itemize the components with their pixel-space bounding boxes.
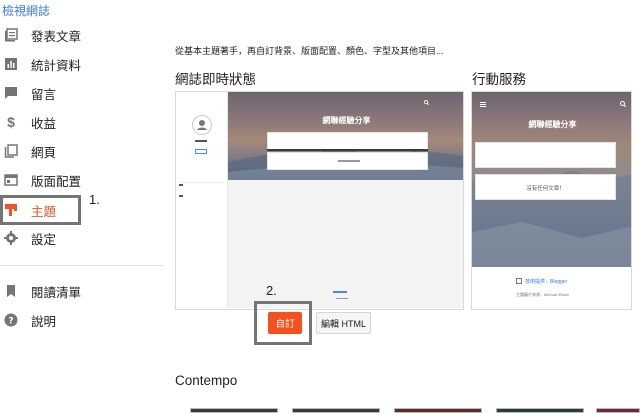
- theme-name-title: Contempo: [175, 373, 238, 388]
- bookmark-icon: [4, 284, 18, 298]
- edit-html-button[interactable]: 編輯 HTML: [316, 312, 371, 334]
- mobile-powered-by: 技術提供：Blogger: [525, 279, 568, 285]
- sidebar-item-stats[interactable]: 統計資料: [0, 51, 160, 77]
- sidebar-item-help[interactable]: ? 說明: [0, 307, 160, 333]
- view-blog-link[interactable]: 檢視網誌: [2, 2, 50, 19]
- preview-left-panel: [176, 92, 228, 308]
- desktop-preview[interactable]: 網聯經驗分享: [175, 91, 464, 310]
- sidebar-item-label: 版面配置: [31, 174, 82, 189]
- mobile-empty-card: 沒有任何文章！: [475, 174, 616, 200]
- sidebar-item-pages[interactable]: 網頁: [0, 138, 160, 164]
- mobile-section-title: 行動服務: [472, 72, 526, 87]
- sidebar-item-layout[interactable]: 版面配置: [0, 167, 160, 193]
- step-1-label: 1.: [89, 192, 100, 207]
- desktop-empty-card: [267, 152, 428, 170]
- mobile-preview[interactable]: 網聯經驗分享 沒有任何文章！ 技術提供：Blogger 主題圖片來源：Micha…: [471, 91, 632, 310]
- theme-thumbnail[interactable]: [596, 408, 640, 413]
- mobile-post-card: [475, 142, 616, 168]
- mobile-theme-credit: 主題圖片來源：Michael Elkan: [516, 292, 569, 297]
- sidebar-item-earnings[interactable]: $ 收益: [0, 109, 160, 135]
- sidebar-item-label: 發表文章: [31, 29, 82, 44]
- menu-icon: [480, 102, 486, 107]
- desktop-blog-title: 網聯經驗分享: [322, 116, 371, 125]
- sidebar-item-posts[interactable]: 發表文章: [0, 22, 160, 48]
- mobile-blog-title: 網聯經驗分享: [528, 120, 577, 129]
- sidebar-item-label: 設定: [31, 232, 57, 247]
- theme-highlight-box: [0, 195, 81, 225]
- svg-text:?: ?: [8, 317, 13, 327]
- sidebar-item-label: 收益: [31, 116, 57, 131]
- stats-icon: [4, 57, 18, 71]
- mobile-empty-text: 沒有任何文章！: [526, 186, 565, 192]
- comments-icon: [4, 86, 18, 100]
- pages-icon: [4, 144, 18, 158]
- theme-thumbnail[interactable]: [292, 408, 380, 413]
- avatar-icon: [192, 115, 212, 135]
- desktop-post-card: [267, 132, 428, 150]
- sidebar-item-label: 留言: [31, 87, 57, 102]
- layout-icon: [4, 173, 18, 187]
- theme-thumbnail[interactable]: [394, 408, 482, 413]
- sidebar-item-label: 網頁: [31, 145, 57, 160]
- gear-icon: [4, 231, 18, 245]
- step-2-label: 2.: [266, 283, 277, 298]
- desktop-dark-line: [267, 149, 428, 151]
- sidebar-item-reading-list[interactable]: 閱讀清單: [0, 278, 160, 304]
- sidebar-item-comments[interactable]: 留言: [0, 80, 160, 106]
- theme-description: 從基本主題著手，再自訂背景、版面配置、顏色、字型及其他項目...: [175, 46, 444, 56]
- earnings-icon: $: [7, 114, 15, 130]
- sidebar-item-label: 說明: [31, 314, 57, 329]
- theme-thumbnail[interactable]: [496, 408, 584, 413]
- search-icon: [424, 100, 429, 105]
- sidebar-item-label: 統計資料: [31, 58, 82, 73]
- sidebar-item-settings[interactable]: 設定: [0, 225, 160, 251]
- sidebar-divider: [0, 265, 164, 266]
- sidebar-item-label: 閱讀清單: [31, 285, 82, 300]
- mobile-search-icon: [620, 101, 626, 107]
- help-icon: ?: [4, 313, 18, 327]
- theme-thumbnail[interactable]: [190, 408, 278, 413]
- posts-icon: [4, 28, 18, 42]
- live-section-title: 網誌即時狀態: [175, 72, 256, 87]
- customize-button[interactable]: 自訂: [268, 312, 302, 334]
